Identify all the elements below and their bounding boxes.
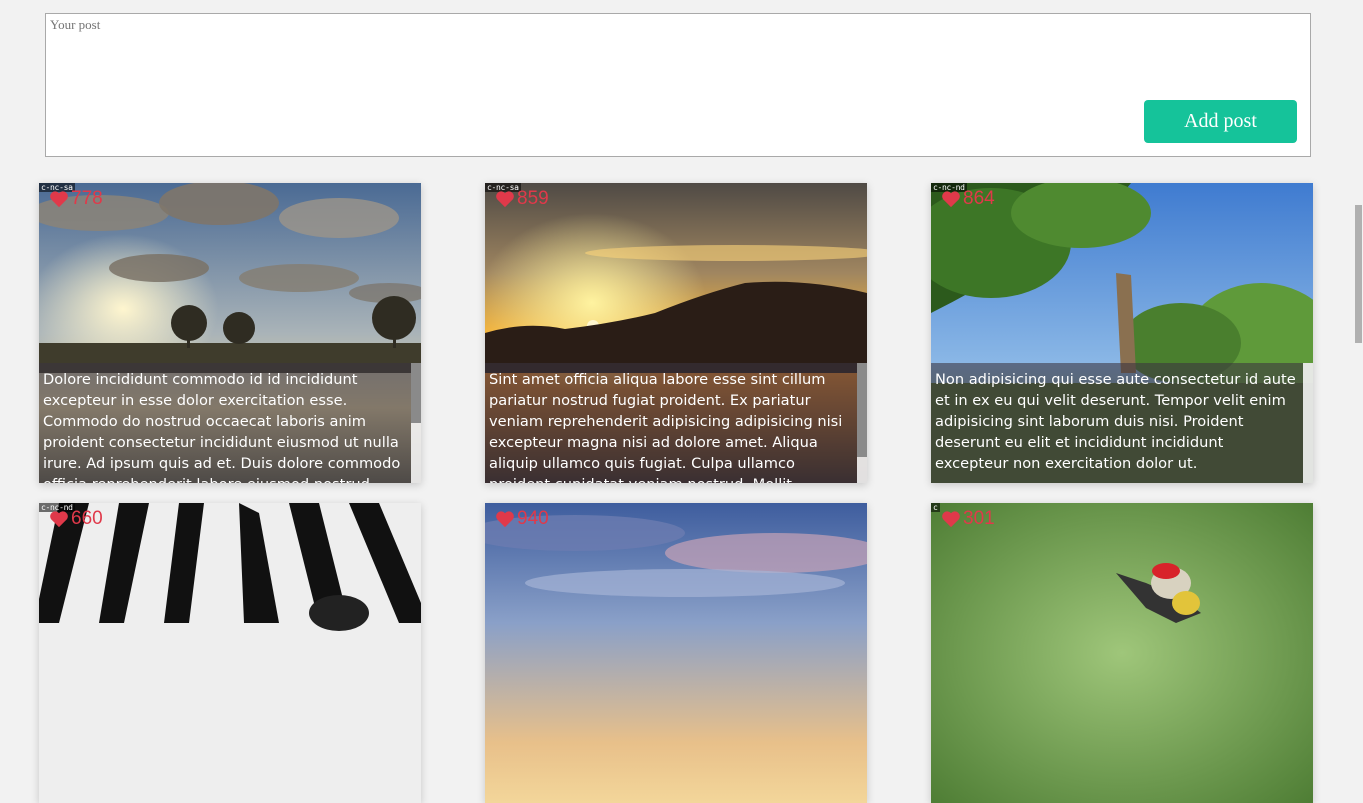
heart-icon[interactable] — [495, 190, 515, 208]
caption-scrollbar[interactable] — [857, 363, 867, 483]
page-scrollbar-thumb[interactable] — [1355, 205, 1362, 343]
post-composer: Add post — [45, 13, 1311, 157]
heart-icon[interactable] — [941, 190, 961, 208]
post-card[interactable]: c-nc-sa 859 Sint amet officia aliqua lab… — [485, 183, 867, 483]
post-photo — [39, 503, 421, 803]
heart-icon[interactable] — [49, 190, 69, 208]
like-counter[interactable]: 301 — [941, 508, 995, 530]
like-counter[interactable]: 778 — [49, 188, 103, 210]
like-counter[interactable]: 864 — [941, 188, 995, 210]
post-text: Dolore incididunt commodo id id incididu… — [43, 371, 401, 483]
post-photo — [931, 503, 1313, 803]
like-counter[interactable]: 859 — [495, 188, 549, 210]
post-caption: Dolore incididunt commodo id id incididu… — [39, 363, 421, 483]
post-caption: Sint amet officia aliqua labore esse sin… — [485, 363, 867, 483]
post-text: Non adipisicing qui esse aute consectetu… — [935, 371, 1296, 472]
caption-scrollbar[interactable] — [1303, 363, 1313, 483]
post-card[interactable]: 940 — [485, 503, 867, 803]
post-input[interactable] — [46, 14, 1310, 156]
like-count: 940 — [517, 508, 549, 529]
post-card[interactable]: c-nc-sa 778 Dolore incididunt commodo id… — [39, 183, 421, 483]
scrollbar-thumb[interactable] — [857, 363, 867, 457]
license-badge: c — [931, 503, 940, 512]
scrollbar-thumb[interactable] — [411, 363, 421, 423]
caption-scrollbar[interactable] — [411, 363, 421, 483]
heart-icon[interactable] — [941, 510, 961, 528]
like-count: 778 — [71, 188, 103, 209]
heart-icon[interactable] — [495, 510, 515, 528]
post-card[interactable]: c-nc-nd 660 — [39, 503, 421, 803]
post-card[interactable]: c-nc-nd 864 Non adipisicing qui esse aut… — [931, 183, 1313, 483]
like-count: 660 — [71, 508, 103, 529]
post-text: Sint amet officia aliqua labore esse sin… — [489, 371, 843, 483]
add-post-button[interactable]: Add post — [1144, 100, 1297, 143]
like-count: 859 — [517, 188, 549, 209]
like-count: 864 — [963, 188, 995, 209]
post-card[interactable]: c 301 — [931, 503, 1313, 803]
like-counter[interactable]: 660 — [49, 508, 103, 530]
like-count: 301 — [963, 508, 995, 529]
like-counter[interactable]: 940 — [495, 508, 549, 530]
post-caption: Non adipisicing qui esse aute consectetu… — [931, 363, 1313, 483]
post-photo — [485, 503, 867, 803]
page-scrollbar[interactable] — [1354, 0, 1363, 614]
heart-icon[interactable] — [49, 510, 69, 528]
